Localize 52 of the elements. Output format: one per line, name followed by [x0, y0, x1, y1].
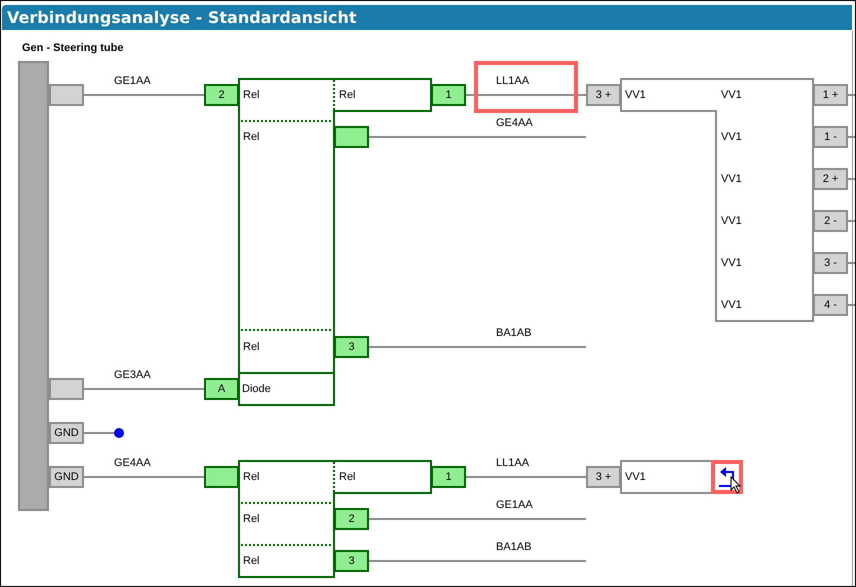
wire-label: GE1AA [114, 74, 151, 88]
connector-pin[interactable]: 2 [334, 508, 369, 530]
relay-label: Rel [243, 130, 260, 144]
connector-pin[interactable]: 3 [334, 336, 369, 358]
device-label: Gen - Steering tube [22, 41, 124, 55]
wire-label: GE4AA [114, 456, 151, 470]
wire-label: GE4AA [496, 116, 533, 130]
connector-pin[interactable]: GND [49, 466, 84, 488]
connector-pin[interactable]: 1 + [813, 84, 848, 106]
connector-pin[interactable]: 3 [334, 550, 369, 572]
relay-label: Rel [243, 470, 260, 484]
connector-pin[interactable]: 2 - [813, 210, 848, 232]
jump-button[interactable] [711, 460, 743, 494]
wire-label: LL1AA [496, 74, 530, 88]
relay-label: Rel [243, 340, 260, 354]
connector-row-label: VV1 [721, 298, 742, 312]
wire-label: GE3AA [114, 368, 151, 382]
connector-pin[interactable]: 1 [431, 84, 466, 106]
contact-label: Rel [339, 88, 356, 102]
diode-label: Diode [242, 382, 271, 396]
connector-pin[interactable]: 4 - [813, 294, 848, 316]
wire-label: GE1AA [496, 498, 533, 512]
connector-row-label: VV1 [721, 172, 742, 186]
connector-pin[interactable] [334, 126, 369, 148]
relay-label: Rel [243, 512, 260, 526]
connector-row-label: VV1 [721, 256, 742, 270]
connector-row-label: VV1 [721, 214, 742, 228]
wire [84, 432, 115, 434]
wire-label: BA1AB [496, 540, 532, 554]
relay-label: Rel [243, 554, 260, 568]
connector-pin[interactable] [204, 466, 239, 488]
connector-row-label: VV1 [721, 130, 742, 144]
connector-label: VV1 [625, 88, 646, 102]
connector-pin[interactable]: 1 - [813, 126, 848, 148]
connector-label: VV1 [625, 470, 646, 484]
connector-pin[interactable]: 3 + [586, 466, 621, 488]
window-title: Verbindungsanalyse - Standardansicht [7, 6, 357, 28]
connector-pin[interactable]: GND [49, 422, 84, 444]
connector-pin[interactable]: 1 [431, 466, 466, 488]
relay-label: Rel [243, 88, 260, 102]
connector-pin[interactable]: A [204, 378, 239, 400]
connector-row-label: VV1 [721, 88, 742, 102]
connector-pin[interactable]: 3 + [586, 84, 621, 106]
connector-pin[interactable]: 2 + [813, 168, 848, 190]
connector-pin[interactable]: 2 [204, 84, 239, 106]
ground-dot [114, 428, 124, 438]
return-arrow-icon [717, 466, 737, 488]
contact-label: Rel [339, 470, 356, 484]
cursor-icon [730, 476, 742, 494]
wire-label: LL1AA [496, 456, 530, 470]
connector-pin[interactable]: 3 - [813, 252, 848, 274]
wire-label: BA1AB [496, 326, 532, 340]
